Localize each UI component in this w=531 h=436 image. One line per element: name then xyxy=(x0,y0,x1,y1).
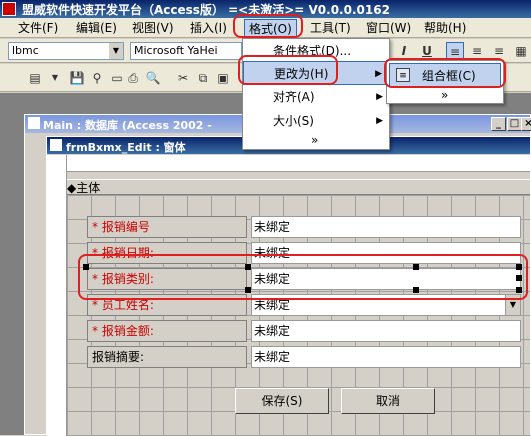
required-marker: * xyxy=(92,298,98,312)
search-icon[interactable]: ⚲ xyxy=(88,69,106,87)
database-icon xyxy=(28,117,40,129)
section-label: ◆主体 xyxy=(67,181,101,195)
submenu-arrow-icon: ▶ xyxy=(375,69,382,79)
font-combo-value: Microsoft YaHei xyxy=(134,44,218,57)
minimize-button[interactable]: _ xyxy=(491,117,506,131)
menu-item-label: 大小(S) xyxy=(273,114,314,128)
highlight-combo-box xyxy=(384,58,506,88)
textbox-report-amount[interactable]: 未绑定 xyxy=(251,320,521,342)
print-preview-icon[interactable]: 🔍 xyxy=(144,69,162,87)
submenu-arrow-icon: ▶ xyxy=(376,116,383,126)
label-report-no[interactable]: * 报销编号 xyxy=(87,216,247,238)
submenu-arrow-icon: ▶ xyxy=(376,92,383,102)
expand-menu-chevron[interactable]: » xyxy=(387,87,503,103)
database-window-title: Main : 数据库 (Access 2002 - xyxy=(43,119,212,132)
copy-icon[interactable]: ⧉ xyxy=(194,69,212,87)
save-icon[interactable]: 💾 xyxy=(68,69,86,87)
cut-icon[interactable]: ✂ xyxy=(174,69,192,87)
highlight-category-row xyxy=(78,254,528,300)
label-report-summary[interactable]: 报销摘要: xyxy=(87,346,247,368)
combobox-value: 未绑定 xyxy=(254,298,291,312)
menu-item-label: 对齐(A) xyxy=(273,90,315,104)
object-combo[interactable]: lbmc ▼ xyxy=(8,42,124,60)
paste-icon[interactable]: ▣ xyxy=(214,69,232,87)
menu-tools[interactable]: 工具(T) xyxy=(306,19,355,37)
object-combo-value: lbmc xyxy=(12,44,39,57)
horizontal-ruler xyxy=(67,155,530,172)
menu-item-size[interactable]: 大小(S) ▶ xyxy=(243,109,389,133)
label-text: 报销摘要: xyxy=(92,350,145,364)
textbox-report-no[interactable]: 未绑定 xyxy=(251,216,521,238)
font-combo[interactable]: Microsoft YaHei xyxy=(130,42,242,60)
close-button[interactable]: × xyxy=(521,117,531,131)
save-button[interactable]: 保存(S) xyxy=(235,388,329,414)
label-report-amount[interactable]: * 报销金额: xyxy=(87,320,247,342)
app-icon xyxy=(2,2,16,16)
label-text: 报销金额: xyxy=(101,324,154,338)
menu-view[interactable]: 视图(V) xyxy=(128,19,178,37)
textbox-report-summary[interactable]: 未绑定 xyxy=(251,346,521,368)
app-title: 盟威软件快速开发平台（Access版） =<未激活>= V0.0.0.0162 xyxy=(22,3,390,17)
label-text: 员工姓名: xyxy=(101,298,154,312)
design-grid[interactable]: * 报销编号 未绑定 * 报销日期: 未绑定 * 报销类别: 未绑定 * 员工姓… xyxy=(67,195,530,436)
highlight-format-menu xyxy=(233,14,303,38)
form-icon xyxy=(50,139,62,151)
print-icon[interactable]: ⎙ xyxy=(124,69,142,87)
label-text: 报销编号 xyxy=(101,220,150,234)
vertical-ruler xyxy=(47,155,67,436)
chevron-down-icon[interactable]: ▼ xyxy=(109,43,123,59)
menu-help[interactable]: 帮助(H) xyxy=(420,19,470,37)
detail-section-header[interactable]: ◆主体 xyxy=(67,179,530,195)
chevron-down-icon[interactable]: ▼ xyxy=(46,69,64,87)
menu-edit[interactable]: 编辑(E) xyxy=(72,19,121,37)
menu-item-align[interactable]: 对齐(A) ▶ xyxy=(243,85,389,109)
view-icon[interactable]: ▤ xyxy=(26,69,44,87)
menu-window[interactable]: 窗口(W) xyxy=(362,19,415,37)
maximize-button[interactable]: □ xyxy=(507,117,522,131)
required-marker: * xyxy=(92,220,98,234)
menu-file[interactable]: 文件(F) xyxy=(14,19,62,37)
fill-color-button[interactable]: ▦ xyxy=(512,42,530,60)
highlight-change-to xyxy=(238,55,338,85)
form-window-title: frmBxmx_Edit : 窗体 xyxy=(66,141,186,154)
menu-insert[interactable]: 插入(I) xyxy=(186,19,231,37)
expand-menu-chevron[interactable]: » xyxy=(243,131,389,149)
required-marker: * xyxy=(92,324,98,338)
cancel-button[interactable]: 取消 xyxy=(341,388,435,414)
